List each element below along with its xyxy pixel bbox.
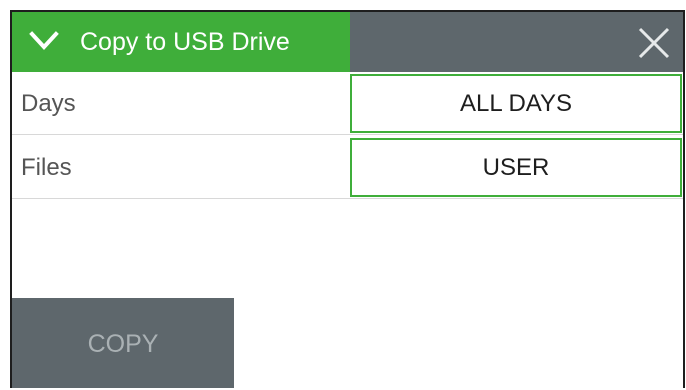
dialog-title: Copy to USB Drive [80,28,290,56]
copy-to-usb-dialog: Copy to USB Drive Days ALL DAYS Files US… [10,10,685,388]
dialog-header: Copy to USB Drive [12,12,683,72]
copy-button[interactable]: COPY [12,298,234,388]
collapse-toggle[interactable]: Copy to USB Drive [12,12,350,72]
days-row: Days ALL DAYS [12,73,683,135]
files-row: Files USER [12,137,683,199]
close-icon [638,27,670,59]
files-selector[interactable]: USER [350,138,682,197]
header-bar [350,12,683,72]
days-selector[interactable]: ALL DAYS [350,74,682,133]
close-button[interactable] [623,12,683,72]
files-label: Files [21,154,72,181]
days-label: Days [21,90,76,117]
chevron-down-icon [29,31,59,50]
